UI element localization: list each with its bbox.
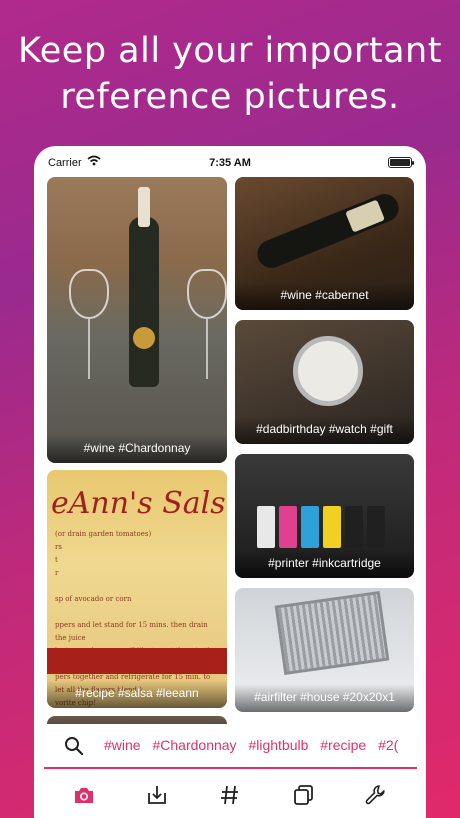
wrench-icon	[365, 785, 385, 805]
clock: 7:35 AM	[209, 157, 251, 169]
glass-stem	[206, 319, 208, 379]
search-icon[interactable]	[64, 736, 84, 760]
tab-camera[interactable]	[72, 783, 96, 807]
photo-caption: #printer #inkcartridge	[235, 550, 414, 578]
wine-glass-image	[69, 269, 109, 319]
tab-collections[interactable]	[291, 783, 315, 807]
photo-tile-printer[interactable]: #printer #inkcartridge	[235, 454, 414, 578]
photo-tile-wine-chardonnay[interactable]: #wine #Chardonnay	[47, 177, 227, 463]
tab-tags[interactable]	[218, 783, 242, 807]
watch-image	[293, 336, 363, 406]
ink-cartridge-image	[367, 506, 385, 548]
photo-caption: #recipe #salsa #leeann	[47, 680, 227, 708]
ink-cartridge-image	[323, 506, 341, 548]
wine-bottle-image	[253, 189, 403, 273]
photo-caption: #wine #cabernet	[235, 282, 414, 310]
headline: Keep all your important reference pictur…	[0, 28, 460, 120]
wine-bottle-image	[129, 187, 159, 387]
tag-chip[interactable]: #2(	[378, 737, 398, 753]
phone-screen: Carrier 7:35 AM #wine #Chardonnay eAnn's…	[34, 146, 426, 818]
tab-import[interactable]	[145, 783, 169, 807]
ink-cartridge-image	[301, 506, 319, 548]
tag-chip[interactable]: #Chardonnay	[152, 737, 236, 753]
tag-chip[interactable]: #lightbulb	[248, 737, 308, 753]
camera-icon	[75, 788, 93, 803]
tag-chip[interactable]: #recipe	[320, 737, 366, 753]
photo-caption: #dadbirthday #watch #gift	[235, 416, 414, 444]
photo-tile-airfilter[interactable]: #airfilter #house #20x20x1	[235, 588, 414, 712]
hashtag-icon	[221, 785, 238, 805]
ink-cartridge-image	[345, 506, 363, 548]
battery-icon	[388, 157, 414, 168]
photo-tile-watch[interactable]: #dadbirthday #watch #gift	[235, 320, 414, 444]
headline-line-2: reference pictures.	[60, 77, 400, 117]
tab-settings[interactable]	[364, 783, 388, 807]
recipe-card-banner	[47, 648, 227, 674]
ink-cartridge-image	[279, 506, 297, 548]
photo-tile-wine-cabernet[interactable]: #wine #cabernet	[235, 177, 414, 310]
wine-glass-image	[187, 269, 227, 319]
tab-bar	[34, 770, 426, 818]
headline-line-1: Keep all your important	[18, 31, 442, 71]
photo-tile-recipe-salsa[interactable]: eAnn's Sals (or drain garden tomatoes) r…	[47, 470, 227, 708]
air-filter-image	[274, 590, 390, 676]
download-tray-icon	[148, 786, 166, 804]
recipe-card-title: eAnn's Sals	[51, 486, 226, 521]
status-bar: Carrier 7:35 AM	[34, 146, 426, 176]
tag-list: #wine #Chardonnay #lightbulb #recipe #2(	[104, 737, 426, 753]
tag-bar-underline	[44, 767, 417, 769]
photo-caption: #airfilter #house #20x20x1	[235, 684, 414, 712]
tag-chip[interactable]: #wine	[104, 737, 141, 753]
glass-stem	[88, 319, 90, 379]
photo-caption: #wine #Chardonnay	[47, 435, 227, 463]
stacked-pages-icon	[294, 785, 313, 805]
tag-search-bar: #wine #Chardonnay #lightbulb #recipe #2(	[34, 724, 426, 768]
ink-cartridge-image	[257, 506, 275, 548]
